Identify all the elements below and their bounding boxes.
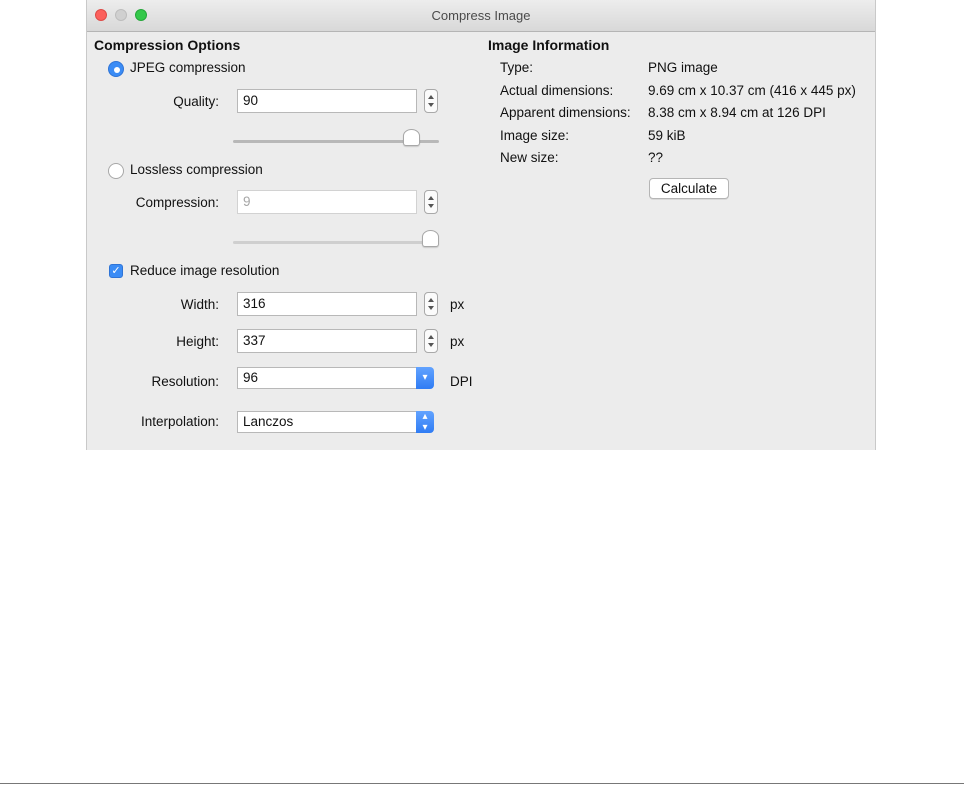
window-title: Compress Image bbox=[431, 8, 531, 23]
jpeg-compression-label: JPEG compression bbox=[130, 60, 246, 75]
compress-image-dialog: Compress Image Compression Options JPEG … bbox=[86, 0, 876, 450]
reduce-resolution-checkbox[interactable]: ✓ bbox=[109, 264, 123, 278]
info-new-size-label: New size: bbox=[500, 150, 559, 165]
interpolation-label: Interpolation: bbox=[140, 414, 219, 429]
compression-slider-track[interactable] bbox=[233, 241, 439, 244]
title-bar: Compress Image bbox=[87, 0, 875, 32]
info-actual-dimensions-label: Actual dimensions: bbox=[500, 83, 614, 98]
resolution-unit: DPI bbox=[450, 374, 473, 389]
info-apparent-dimensions-label: Apparent dimensions: bbox=[500, 105, 631, 120]
quality-spin-button[interactable] bbox=[424, 89, 438, 113]
quality-input[interactable]: 90 bbox=[237, 89, 417, 113]
info-type-label: Type: bbox=[500, 60, 534, 75]
quality-slider-thumb[interactable] bbox=[403, 129, 421, 146]
quality-label: Quality: bbox=[173, 94, 219, 109]
reduce-resolution-label: Reduce image resolution bbox=[130, 263, 280, 278]
width-spin-button[interactable] bbox=[424, 292, 438, 316]
info-new-size-value: ?? bbox=[648, 150, 664, 165]
width-unit: px bbox=[450, 297, 465, 312]
height-input[interactable]: 337 bbox=[237, 329, 417, 353]
info-actual-dimensions-value: 9.69 cm x 10.37 cm (416 x 445 px) bbox=[648, 83, 856, 98]
resolution-combo[interactable]: 96 bbox=[237, 367, 417, 389]
info-image-size-value: 59 kiB bbox=[648, 128, 686, 143]
compression-label: Compression: bbox=[135, 195, 219, 210]
info-type-value: PNG image bbox=[648, 60, 718, 75]
interpolation-select[interactable]: Lanczos bbox=[237, 411, 417, 433]
info-apparent-dimensions-value: 8.38 cm x 8.94 cm at 126 DPI bbox=[648, 105, 826, 120]
height-label: Height: bbox=[176, 334, 219, 349]
compression-options-heading: Compression Options bbox=[94, 37, 241, 53]
height-spin-button[interactable] bbox=[424, 329, 438, 353]
page-divider bbox=[0, 783, 964, 784]
resolution-dropdown-button[interactable]: ▾ bbox=[416, 367, 434, 389]
width-input[interactable]: 316 bbox=[237, 292, 417, 316]
interpolation-stepper-button[interactable]: ▴ ▾ bbox=[416, 411, 434, 433]
info-image-size-label: Image size: bbox=[500, 128, 570, 143]
compression-input[interactable]: 9 bbox=[237, 190, 417, 214]
compression-spin-button[interactable] bbox=[424, 190, 438, 214]
compression-slider-thumb[interactable] bbox=[422, 230, 439, 247]
resolution-label: Resolution: bbox=[151, 374, 219, 389]
height-unit: px bbox=[450, 334, 465, 349]
jpeg-compression-radio[interactable] bbox=[108, 61, 124, 77]
width-label: Width: bbox=[180, 297, 219, 312]
image-information-heading: Image Information bbox=[488, 37, 610, 53]
lossless-compression-label: Lossless compression bbox=[130, 162, 263, 177]
lossless-compression-radio[interactable] bbox=[108, 163, 124, 179]
calculate-button[interactable]: Calculate bbox=[649, 178, 729, 199]
